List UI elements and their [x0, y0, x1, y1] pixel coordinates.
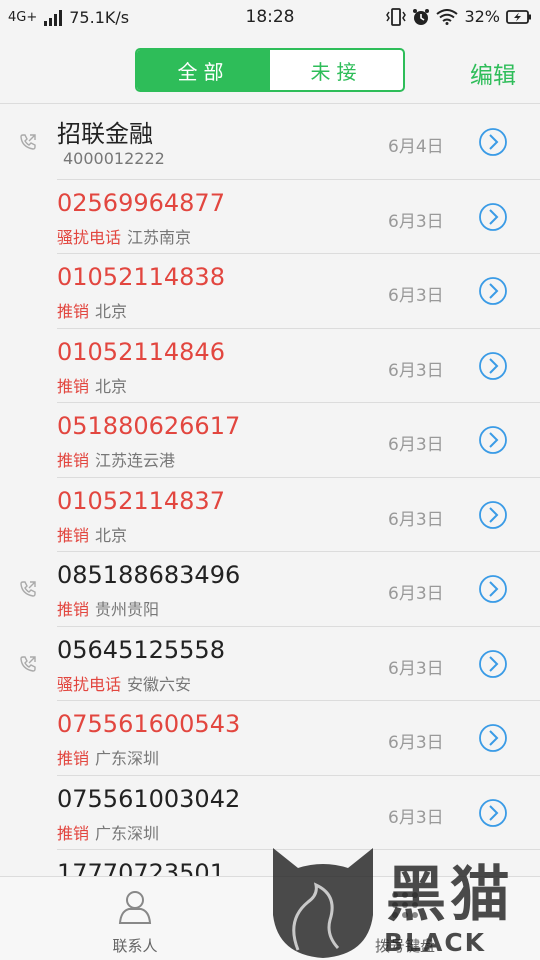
call-date: 6月3日 — [388, 658, 444, 679]
call-log-row[interactable]: 01052114837 推销 北京 6月3日 — [0, 478, 540, 553]
call-tag: 骚扰电话 — [57, 227, 122, 247]
chevron-right-circle-icon[interactable] — [478, 276, 508, 306]
call-subtitle: 4000012222 — [57, 149, 165, 168]
tab-all[interactable]: 全部 — [137, 50, 270, 90]
call-tag: 推销 — [57, 302, 90, 321]
call-location: 北京 — [95, 302, 128, 321]
call-log-row[interactable]: 01052114838 推销 北京 6月3日 — [0, 254, 540, 329]
call-tag: 推销 — [57, 376, 90, 396]
call-number: 17770723501 — [57, 859, 225, 876]
call-date: 6月3日 — [388, 584, 444, 604]
call-tag: 推销 — [57, 823, 90, 843]
wifi-icon — [436, 8, 459, 25]
call-subtitle: 推销 广东深圳 — [57, 745, 159, 769]
call-number: 01052114838 — [57, 263, 225, 291]
call-log-row[interactable]: 02569964877 骚扰电话 江苏南京 6月3日 — [0, 180, 540, 255]
chevron-right-circle-icon[interactable] — [478, 127, 508, 157]
call-location: 安徽六安 — [127, 674, 192, 694]
call-log-row[interactable]: 075561600543 推销 广东深圳 6月3日 — [0, 701, 540, 776]
call-number: 051880626617 — [57, 412, 241, 440]
call-location: 贵州贵阳 — [95, 600, 160, 619]
call-subtitle: 推销 北京 — [57, 522, 127, 546]
dialpad-icon — [392, 892, 418, 918]
call-number: 05645125558 — [57, 635, 225, 664]
chevron-right-circle-icon[interactable] — [478, 723, 508, 753]
call-location: 北京 — [95, 376, 128, 396]
call-log-row[interactable]: 051880626617 推销 江苏连云港 6月3日 — [0, 403, 540, 478]
edit-button[interactable]: 编辑 — [470, 56, 516, 90]
chevron-right-circle-icon[interactable] — [478, 649, 508, 679]
bottom-tab-bar: 联系人 拨号键盘 — [0, 876, 540, 960]
call-log-row[interactable]: 05645125558 骚扰电话 安徽六安 6月3日 — [0, 627, 540, 702]
call-date: 6月3日 — [388, 509, 444, 530]
call-log-row[interactable]: 17770723501 — [0, 850, 540, 876]
call-subtitle: 骚扰电话 江苏南京 — [57, 224, 191, 248]
call-subtitle: 推销 广东深圳 — [57, 820, 159, 844]
chevron-right-circle-icon[interactable] — [478, 425, 508, 455]
call-date: 6月3日 — [388, 807, 444, 828]
chevron-right-circle-icon[interactable] — [478, 574, 508, 604]
call-log-row[interactable]: 招联金融 4000012222 6月4日 — [0, 105, 540, 180]
battery-charging-icon — [506, 9, 531, 24]
call-log-row[interactable]: 01052114846 推销 北京 6月3日 — [0, 329, 540, 404]
call-date: 6月3日 — [388, 286, 444, 306]
chevron-right-circle-icon[interactable] — [478, 351, 508, 381]
call-location: 4000012222 — [63, 149, 165, 168]
tab-missed[interactable]: 未接 — [270, 50, 403, 90]
call-number: 01052114837 — [57, 486, 225, 515]
call-number: 02569964877 — [57, 188, 225, 217]
call-number: 01052114846 — [57, 337, 225, 366]
tab-dialpad-label: 拨号键盘 — [374, 937, 435, 955]
call-date: 6月3日 — [388, 360, 444, 381]
call-tag: 推销 — [57, 451, 90, 470]
call-log-list[interactable]: 招联金融 4000012222 6月4日 02569964877 骚扰电话 江苏南京 6月3… — [0, 105, 540, 876]
call-location: 江苏连云港 — [95, 451, 176, 470]
call-date: 6月4日 — [388, 137, 444, 157]
top-bar: 全部 未接 编辑 — [0, 36, 540, 104]
call-tag: 推销 — [57, 525, 90, 545]
status-right: 32% — [386, 7, 532, 26]
call-date: 6月3日 — [388, 435, 444, 455]
call-subtitle: 推销 北京 — [57, 298, 127, 322]
chevron-right-circle-icon[interactable] — [478, 202, 508, 232]
outgoing-call-icon — [20, 655, 36, 672]
tab-contacts-label: 联系人 — [112, 937, 158, 955]
call-date: 6月3日 — [388, 211, 444, 232]
vibrate-icon — [386, 7, 407, 26]
call-location: 江苏南京 — [127, 227, 192, 247]
call-number: 075561600543 — [57, 710, 241, 738]
chevron-right-circle-icon[interactable] — [478, 798, 508, 828]
tab-dialpad[interactable]: 拨号键盘 — [330, 877, 480, 960]
battery-percent: 32% — [464, 7, 500, 26]
call-tag: 推销 — [57, 749, 90, 768]
call-number: 075561003042 — [57, 784, 241, 813]
call-subtitle: 推销 贵州贵阳 — [57, 596, 159, 620]
call-tag: 骚扰电话 — [57, 674, 122, 694]
call-number: 招联金融 — [57, 120, 153, 148]
tab-contacts[interactable]: 联系人 — [60, 877, 210, 960]
person-icon — [118, 891, 152, 924]
call-location: 广东深圳 — [95, 749, 160, 768]
call-filter-tabs: 全部 未接 — [135, 48, 405, 92]
call-subtitle: 推销 北京 — [57, 373, 127, 397]
call-location: 广东深圳 — [95, 823, 160, 843]
outgoing-call-icon — [20, 581, 36, 597]
call-date: 6月3日 — [388, 733, 444, 753]
chevron-right-circle-icon[interactable] — [478, 500, 508, 530]
call-tag: 推销 — [57, 600, 90, 619]
call-log-row[interactable]: 075561003042 推销 广东深圳 6月3日 — [0, 776, 540, 851]
call-number: 085188683496 — [57, 561, 241, 589]
call-subtitle: 推销 江苏连云港 — [57, 447, 175, 471]
outgoing-call-icon — [20, 134, 36, 150]
call-log-row[interactable]: 085188683496 推销 贵州贵阳 6月3日 — [0, 552, 540, 627]
status-bar: 4G+ 75.1K/s 18:28 32% — [0, 0, 540, 36]
call-location: 北京 — [95, 525, 128, 545]
alarm-icon — [413, 8, 430, 25]
call-subtitle: 骚扰电话 安徽六安 — [57, 671, 191, 695]
